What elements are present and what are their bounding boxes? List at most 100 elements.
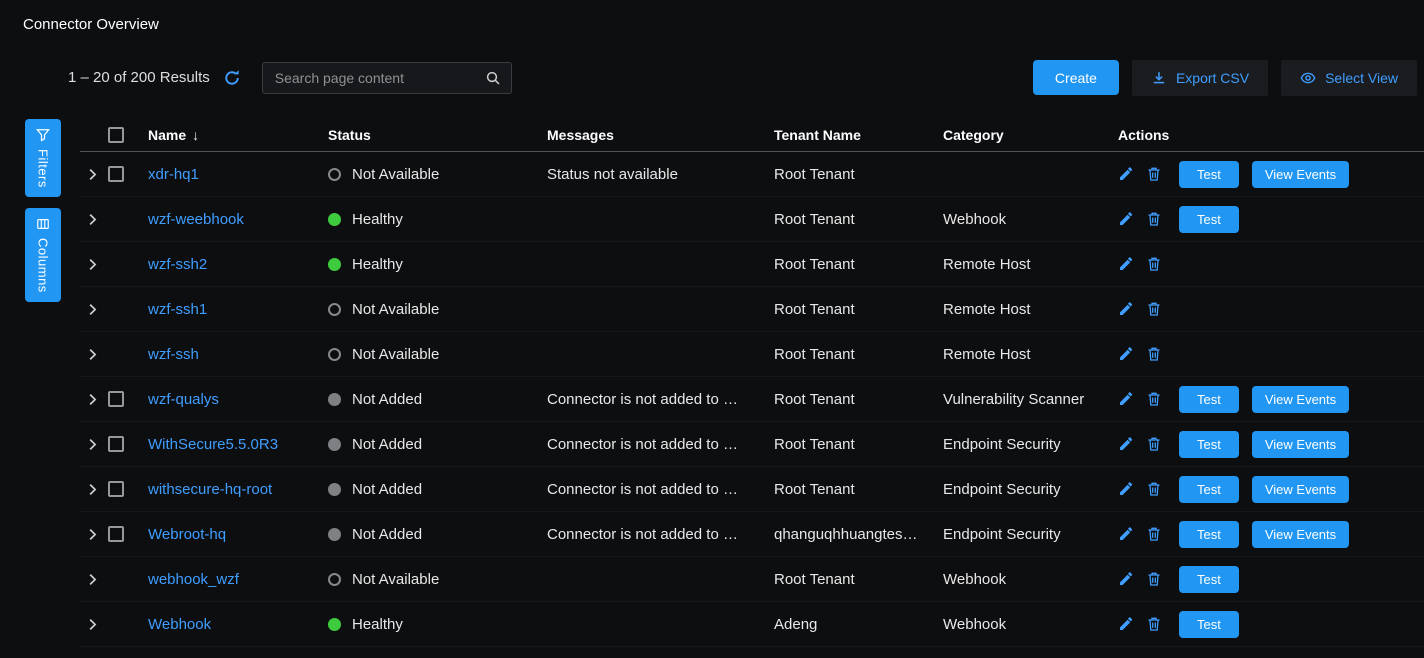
status-text: Not Available <box>352 301 439 318</box>
filters-tab[interactable]: Filters <box>25 119 61 197</box>
delete-icon[interactable] <box>1146 571 1162 587</box>
connector-name-link[interactable]: WithSecure5.5.0R3 <box>148 436 278 453</box>
table-header-row: Name ↓ Status Messages Tenant Name Categ… <box>80 119 1424 152</box>
tenant-name: Root Tenant <box>774 571 943 588</box>
table-row: withsecure-hq-root Not Added Connector i… <box>80 467 1424 512</box>
table-row: xdr-hq1 Not Available Status not availab… <box>80 152 1424 197</box>
status-dot-icon <box>328 528 341 541</box>
view-events-button[interactable]: View Events <box>1252 386 1349 413</box>
status-dot-icon <box>328 258 341 271</box>
delete-icon[interactable] <box>1146 301 1162 317</box>
sort-desc-icon[interactable]: ↓ <box>192 127 199 143</box>
tenant-name: Root Tenant <box>774 346 943 363</box>
expand-chevron-icon[interactable] <box>85 212 100 227</box>
connector-name-link[interactable]: wzf-weebhook <box>148 211 244 228</box>
view-events-button[interactable]: View Events <box>1252 161 1349 188</box>
search-box <box>262 62 512 94</box>
expand-chevron-icon[interactable] <box>85 302 100 317</box>
table-row: webhook_wzf Not Available Root Tenant We… <box>80 557 1424 602</box>
test-button[interactable]: Test <box>1179 431 1239 458</box>
search-icon[interactable] <box>485 70 501 86</box>
tenant-name: Root Tenant <box>774 256 943 273</box>
columns-tab[interactable]: Columns <box>25 208 61 302</box>
test-button[interactable]: Test <box>1179 161 1239 188</box>
row-checkbox[interactable] <box>108 481 124 497</box>
table-body: xdr-hq1 Not Available Status not availab… <box>0 152 1424 647</box>
connector-name-link[interactable]: xdr-hq1 <box>148 166 199 183</box>
status-text: Not Added <box>352 391 422 408</box>
status-text: Healthy <box>352 616 403 633</box>
connector-name-link[interactable]: webhook_wzf <box>148 571 239 588</box>
connector-name-link[interactable]: wzf-ssh1 <box>148 301 207 318</box>
connector-name-link[interactable]: wzf-ssh2 <box>148 256 207 273</box>
delete-icon[interactable] <box>1146 481 1162 497</box>
edit-icon[interactable] <box>1118 481 1134 497</box>
category-text: Vulnerability Scanner <box>943 391 1118 408</box>
expand-chevron-icon[interactable] <box>85 347 100 362</box>
edit-icon[interactable] <box>1118 526 1134 542</box>
refresh-icon[interactable] <box>223 69 241 87</box>
test-button[interactable]: Test <box>1179 206 1239 233</box>
status-dot-icon <box>328 483 341 496</box>
header-category: Category <box>943 127 1118 143</box>
status-text: Not Available <box>352 571 439 588</box>
expand-chevron-icon[interactable] <box>85 437 100 452</box>
delete-icon[interactable] <box>1146 166 1162 182</box>
expand-chevron-icon[interactable] <box>85 392 100 407</box>
edit-icon[interactable] <box>1118 301 1134 317</box>
edit-icon[interactable] <box>1118 346 1134 362</box>
view-events-button[interactable]: View Events <box>1252 521 1349 548</box>
delete-icon[interactable] <box>1146 436 1162 452</box>
row-checkbox[interactable] <box>108 391 124 407</box>
view-events-button[interactable]: View Events <box>1252 476 1349 503</box>
edit-icon[interactable] <box>1118 616 1134 632</box>
edit-icon[interactable] <box>1118 571 1134 587</box>
delete-icon[interactable] <box>1146 616 1162 632</box>
delete-icon[interactable] <box>1146 211 1162 227</box>
delete-icon[interactable] <box>1146 346 1162 362</box>
test-button[interactable]: Test <box>1179 476 1239 503</box>
select-view-button[interactable]: Select View <box>1281 60 1417 96</box>
table-row: wzf-weebhook Healthy Root Tenant Webhook… <box>80 197 1424 242</box>
table-row: WithSecure5.5.0R3 Not Added Connector is… <box>80 422 1424 467</box>
edit-icon[interactable] <box>1118 256 1134 272</box>
row-checkbox[interactable] <box>108 526 124 542</box>
message-text: Connector is not added to … <box>547 436 774 453</box>
view-events-button[interactable]: View Events <box>1252 431 1349 458</box>
header-name[interactable]: Name <box>148 127 186 143</box>
expand-chevron-icon[interactable] <box>85 617 100 632</box>
edit-icon[interactable] <box>1118 166 1134 182</box>
test-button[interactable]: Test <box>1179 566 1239 593</box>
edit-icon[interactable] <box>1118 211 1134 227</box>
message-text: Connector is not added to … <box>547 481 774 498</box>
create-button[interactable]: Create <box>1033 60 1119 95</box>
test-button[interactable]: Test <box>1179 611 1239 638</box>
export-csv-button[interactable]: Export CSV <box>1132 60 1268 96</box>
row-checkbox[interactable] <box>108 436 124 452</box>
test-button[interactable]: Test <box>1179 386 1239 413</box>
delete-icon[interactable] <box>1146 391 1162 407</box>
table-row: wzf-ssh2 Healthy Root Tenant Remote Host <box>80 242 1424 287</box>
edit-icon[interactable] <box>1118 436 1134 452</box>
expand-chevron-icon[interactable] <box>85 572 100 587</box>
select-view-label: Select View <box>1325 70 1398 86</box>
connector-name-link[interactable]: withsecure-hq-root <box>148 481 272 498</box>
delete-icon[interactable] <box>1146 256 1162 272</box>
delete-icon[interactable] <box>1146 526 1162 542</box>
connector-name-link[interactable]: wzf-ssh <box>148 346 199 363</box>
test-button[interactable]: Test <box>1179 521 1239 548</box>
status-dot-icon <box>328 303 341 316</box>
expand-chevron-icon[interactable] <box>85 527 100 542</box>
expand-chevron-icon[interactable] <box>85 482 100 497</box>
select-all-checkbox[interactable] <box>108 127 124 143</box>
expand-chevron-icon[interactable] <box>85 167 100 182</box>
tenant-name: Adeng <box>774 616 943 633</box>
search-input[interactable] <box>273 69 485 87</box>
expand-chevron-icon[interactable] <box>85 257 100 272</box>
edit-icon[interactable] <box>1118 391 1134 407</box>
category-text: Endpoint Security <box>943 526 1118 543</box>
connector-name-link[interactable]: Webroot-hq <box>148 526 226 543</box>
connector-name-link[interactable]: wzf-qualys <box>148 391 219 408</box>
row-checkbox[interactable] <box>108 166 124 182</box>
connector-name-link[interactable]: Webhook <box>148 616 211 633</box>
